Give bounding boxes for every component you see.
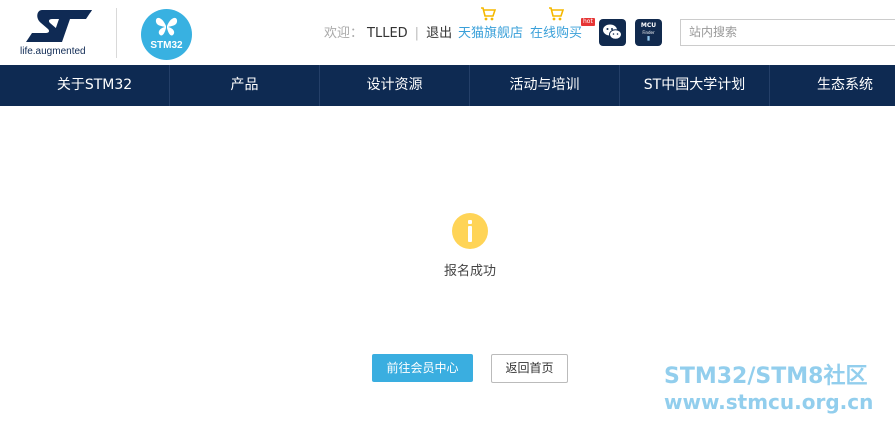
online-buy-link[interactable]: 在线购买 (530, 7, 583, 43)
userbar-separator: | (414, 26, 420, 41)
logout-link[interactable]: 退出 (426, 26, 452, 41)
mcu-icon-mark: ▮ (646, 35, 651, 42)
shopping-cart-icon (548, 7, 565, 27)
info-icon-bar (468, 226, 472, 242)
hot-badge: hot (581, 18, 595, 26)
butterfly-icon (154, 14, 179, 42)
go-member-center-button[interactable]: 前往会员中心 (372, 354, 473, 382)
mcu-finder-icon[interactable]: MCU Finder ▮ (635, 19, 662, 46)
username-link[interactable]: TLLED (367, 26, 408, 41)
stm32-logo[interactable]: STM32 (141, 9, 192, 60)
site-header: life.augmented STM32 欢迎： TLLED | 退出 天猫旗舰店 (0, 0, 895, 65)
back-home-button[interactable]: 返回首页 (491, 354, 568, 383)
header-divider (116, 8, 117, 58)
shopping-cart-icon (480, 7, 497, 27)
mcu-icon-label: MCU (640, 22, 657, 29)
nav-item-ecosystem[interactable]: 生态系统 (770, 65, 895, 106)
nav-item-products[interactable]: 产品 (170, 65, 320, 106)
watermark-title: STM32/STM8社区 (664, 364, 868, 389)
stm32-badge-label: STM32 (150, 40, 183, 51)
nav-item-design-resources[interactable]: 设计资源 (320, 65, 470, 106)
site-watermark: STM32/STM8社区 www.stmcu.org.cn (664, 364, 873, 414)
info-icon-dot (468, 220, 472, 224)
nav-item-university-program[interactable]: ST中国大学计划 (620, 65, 770, 106)
tmall-store-label: 天猫旗舰店 (458, 26, 524, 41)
success-message: 报名成功 (443, 264, 496, 279)
welcome-text: 欢迎： (324, 26, 364, 41)
info-icon (452, 213, 488, 249)
online-buy-label: 在线购买 (530, 26, 583, 41)
tmall-store-link[interactable]: 天猫旗舰店 (458, 7, 524, 43)
nav-item-events-training[interactable]: 活动与培训 (470, 65, 620, 106)
user-bar: 欢迎： TLLED | 退出 (324, 25, 452, 43)
wechat-icon[interactable] (599, 19, 626, 46)
main-nav: 关于STM32 产品 设计资源 活动与培训 ST中国大学计划 生态系统 (0, 65, 895, 106)
nav-item-about-stm32[interactable]: 关于STM32 (0, 65, 170, 106)
search-input[interactable]: 站内搜索 (680, 19, 895, 46)
watermark-url: www.stmcu.org.cn (664, 390, 874, 414)
brand-tagline: life.augmented (20, 46, 86, 57)
